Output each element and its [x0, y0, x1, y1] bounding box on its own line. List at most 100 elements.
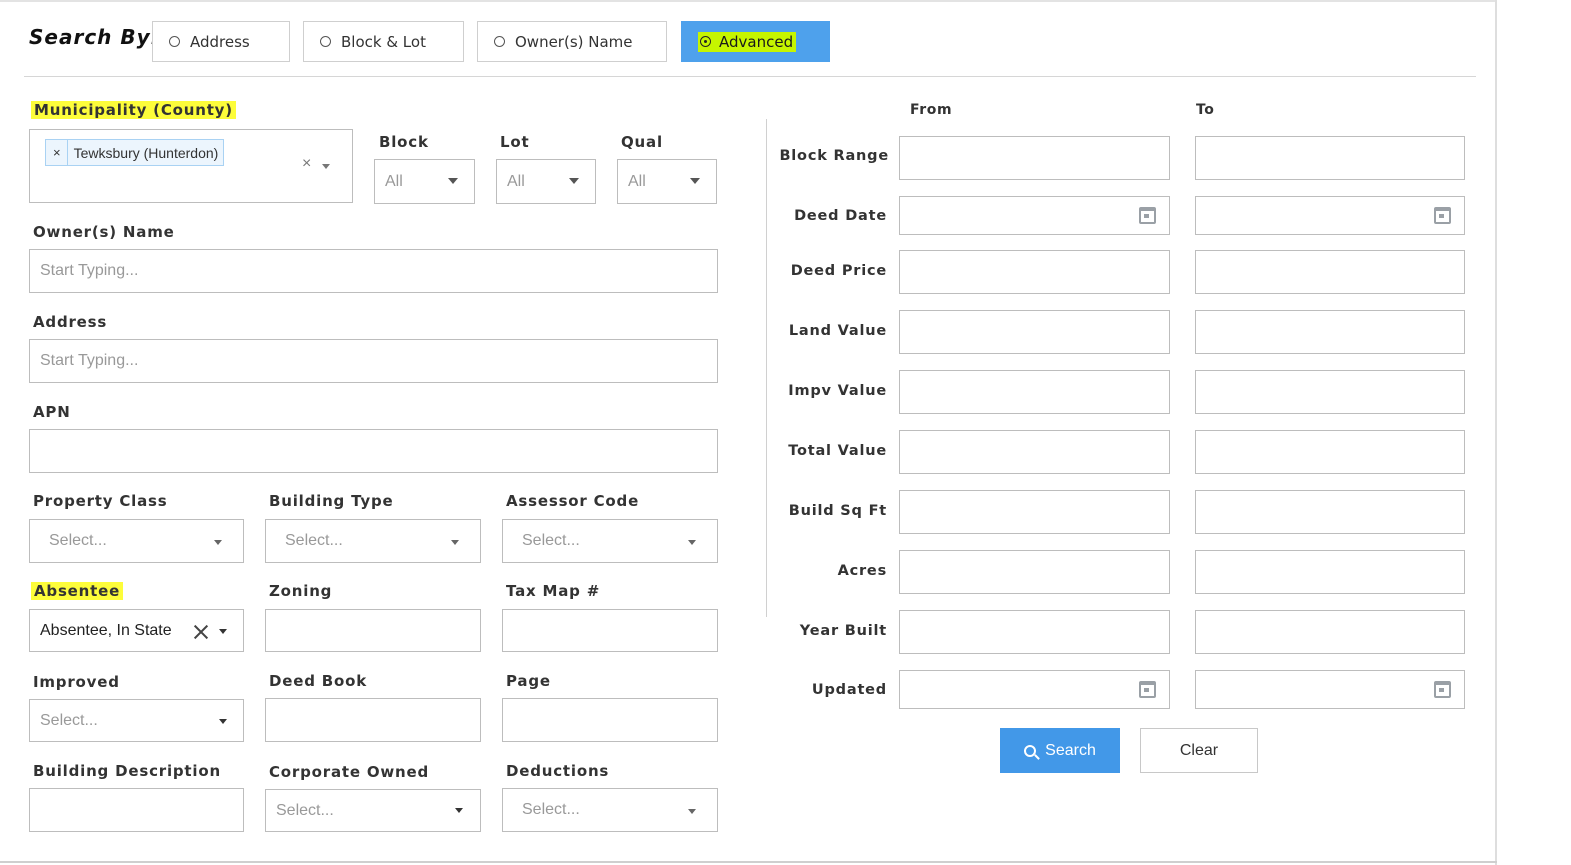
- absentee-select[interactable]: Absentee, In State: [29, 609, 244, 652]
- build-sq-ft-label: Build Sq Ft: [788, 503, 887, 519]
- chevron-down-icon: [451, 540, 459, 545]
- block-value: All: [385, 172, 403, 190]
- corporate-owned-label: Corporate Owned: [269, 763, 430, 781]
- calendar-icon[interactable]: [1434, 207, 1451, 224]
- zoning-label: Zoning: [269, 582, 333, 600]
- assessor-code-select[interactable]: Select...: [502, 519, 718, 563]
- option-label: Owner(s) Name: [515, 32, 633, 51]
- search-by-address-option[interactable]: Address: [152, 21, 290, 62]
- impv-value-to-input[interactable]: [1195, 370, 1465, 414]
- deed-price-label: Deed Price: [790, 263, 887, 279]
- total-value-to-input[interactable]: [1195, 430, 1465, 474]
- building-type-select[interactable]: Select...: [265, 519, 481, 563]
- owner-name-input[interactable]: Start Typing...: [29, 249, 718, 293]
- search-by-advanced-option[interactable]: Advanced: [681, 21, 830, 62]
- build-sq-ft-to-input[interactable]: [1195, 490, 1465, 534]
- land-value-label: Land Value: [788, 323, 887, 339]
- total-value-from-input[interactable]: [899, 430, 1170, 474]
- search-by-label: Search By:: [29, 25, 160, 49]
- block-range-to-input[interactable]: [1195, 136, 1465, 180]
- land-value-to-input[interactable]: [1195, 310, 1465, 354]
- page-input[interactable]: [502, 698, 718, 742]
- chip-label: Tewksbury (Hunterdon): [73, 144, 219, 161]
- block-range-label: Block Range: [779, 148, 889, 164]
- clear-selection-icon[interactable]: ×: [302, 155, 311, 173]
- qual-select[interactable]: All: [617, 159, 717, 204]
- to-column-header: To: [1196, 102, 1215, 118]
- search-by-block-lot-option[interactable]: Block & Lot: [303, 21, 464, 62]
- acres-label: Acres: [837, 563, 887, 579]
- clear-selection-icon[interactable]: [193, 624, 209, 640]
- improved-label: Improved: [33, 673, 120, 691]
- deed-book-input[interactable]: [265, 698, 481, 742]
- deed-price-to-input[interactable]: [1195, 250, 1465, 294]
- assessor-code-label: Assessor Code: [506, 492, 640, 510]
- improved-select[interactable]: Select...: [29, 699, 244, 742]
- clear-button[interactable]: Clear: [1140, 728, 1258, 773]
- impv-value-from-input[interactable]: [899, 370, 1170, 414]
- deed-date-to-input[interactable]: [1195, 196, 1465, 235]
- page-label: Page: [506, 672, 551, 690]
- deductions-label: Deductions: [506, 762, 610, 780]
- lot-value: All: [507, 172, 525, 190]
- corporate-owned-placeholder: Select...: [276, 801, 334, 819]
- absentee-label: Absentee: [31, 582, 124, 600]
- chevron-down-icon[interactable]: [219, 629, 227, 634]
- build-sq-ft-from-input[interactable]: [899, 490, 1170, 534]
- qual-value: All: [628, 172, 646, 190]
- chevron-down-icon: [688, 540, 696, 545]
- calendar-icon[interactable]: [1139, 681, 1156, 698]
- search-by-owner-name-option[interactable]: Owner(s) Name: [477, 21, 667, 62]
- block-range-from-input[interactable]: [899, 136, 1170, 180]
- building-description-input[interactable]: [29, 788, 244, 832]
- divider: [24, 76, 1476, 77]
- block-label: Block: [379, 133, 429, 151]
- radio-icon: [494, 36, 505, 47]
- address-label: Address: [33, 313, 108, 331]
- updated-to-input[interactable]: [1195, 670, 1465, 709]
- absentee-value: Absentee, In State: [40, 621, 172, 639]
- lot-select[interactable]: All: [496, 159, 596, 204]
- deed-book-label: Deed Book: [269, 672, 367, 690]
- deductions-select[interactable]: Select...: [502, 788, 718, 832]
- chevron-down-icon: [455, 808, 463, 813]
- property-class-select[interactable]: Select...: [29, 519, 244, 563]
- deed-date-from-input[interactable]: [899, 196, 1170, 235]
- municipality-multiselect[interactable]: × Tewksbury (Hunterdon) ×: [29, 129, 353, 203]
- acres-to-input[interactable]: [1195, 550, 1465, 594]
- chevron-down-icon[interactable]: [322, 164, 330, 169]
- chevron-down-icon: [448, 178, 458, 184]
- chevron-down-icon: [219, 719, 227, 724]
- right-border: [1495, 0, 1497, 865]
- tax-map-input[interactable]: [502, 609, 718, 652]
- radio-selected-icon: [700, 36, 711, 47]
- radio-icon: [320, 36, 331, 47]
- building-type-placeholder: Select...: [285, 532, 343, 549]
- impv-value-label: Impv Value: [788, 383, 887, 399]
- option-label: Advanced: [719, 32, 794, 51]
- apn-input[interactable]: [29, 429, 718, 473]
- zoning-input[interactable]: [265, 609, 481, 652]
- corporate-owned-select[interactable]: Select...: [265, 789, 481, 832]
- chip-remove-button[interactable]: ×: [46, 140, 68, 165]
- block-select[interactable]: All: [374, 159, 475, 204]
- updated-label: Updated: [811, 682, 887, 698]
- acres-from-input[interactable]: [899, 550, 1170, 594]
- year-built-label: Year Built: [799, 623, 887, 639]
- building-description-label: Building Description: [33, 762, 221, 780]
- calendar-icon[interactable]: [1139, 207, 1156, 224]
- land-value-from-input[interactable]: [899, 310, 1170, 354]
- search-button-label: Search: [1045, 741, 1096, 759]
- qual-label: Qual: [621, 133, 663, 151]
- deductions-placeholder: Select...: [522, 801, 580, 818]
- year-built-to-input[interactable]: [1195, 610, 1465, 654]
- search-button[interactable]: Search: [1000, 728, 1120, 773]
- calendar-icon[interactable]: [1434, 681, 1451, 698]
- deed-price-from-input[interactable]: [899, 250, 1170, 294]
- address-input[interactable]: Start Typing...: [29, 339, 718, 383]
- updated-from-input[interactable]: [899, 670, 1170, 709]
- tax-map-label: Tax Map #: [506, 582, 601, 600]
- bottom-border: [0, 861, 1497, 863]
- improved-placeholder: Select...: [40, 711, 98, 729]
- year-built-from-input[interactable]: [899, 610, 1170, 654]
